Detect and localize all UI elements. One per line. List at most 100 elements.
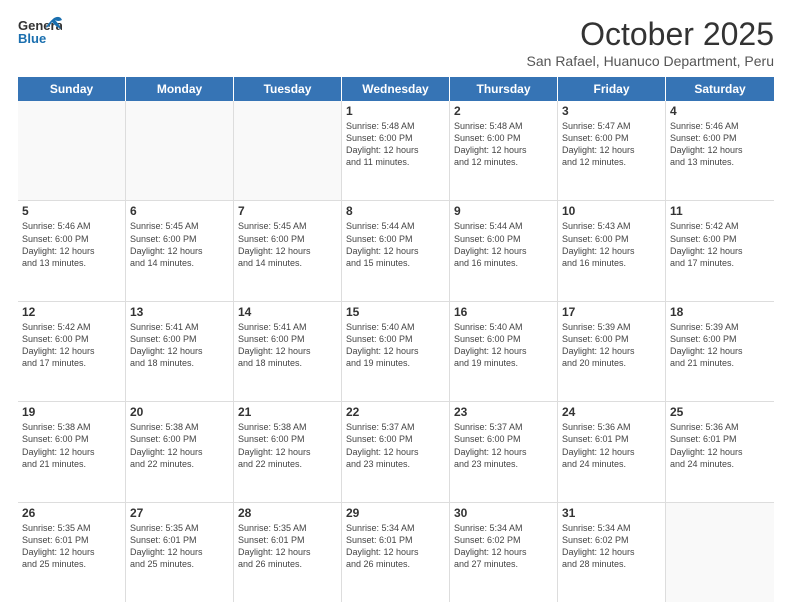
day-info: Sunset: 6:00 PM [346, 233, 445, 245]
day-info: Sunset: 6:00 PM [454, 433, 553, 445]
header-day-friday: Friday [558, 77, 666, 101]
page: General Blue October 2025 San Rafael, Hu… [0, 0, 792, 612]
calendar-cell: 16Sunrise: 5:40 AMSunset: 6:00 PMDayligh… [450, 302, 558, 401]
day-info: Daylight: 12 hours [346, 245, 445, 257]
calendar-cell: 19Sunrise: 5:38 AMSunset: 6:00 PMDayligh… [18, 402, 126, 501]
day-info: Daylight: 12 hours [130, 245, 229, 257]
day-info: Daylight: 12 hours [454, 144, 553, 156]
day-info: Sunrise: 5:48 AM [346, 120, 445, 132]
day-info: Daylight: 12 hours [670, 245, 770, 257]
day-info: Sunset: 6:00 PM [346, 132, 445, 144]
day-info: Daylight: 12 hours [238, 446, 337, 458]
calendar-week-4: 19Sunrise: 5:38 AMSunset: 6:00 PMDayligh… [18, 402, 774, 502]
day-info: Daylight: 12 hours [130, 546, 229, 558]
day-info: Sunrise: 5:38 AM [238, 421, 337, 433]
calendar-cell: 2Sunrise: 5:48 AMSunset: 6:00 PMDaylight… [450, 101, 558, 200]
day-number: 25 [670, 405, 770, 419]
day-info: Sunrise: 5:39 AM [670, 321, 770, 333]
day-info: and 24 minutes. [562, 458, 661, 470]
day-number: 23 [454, 405, 553, 419]
day-info: and 16 minutes. [562, 257, 661, 269]
day-info: Sunset: 6:02 PM [562, 534, 661, 546]
day-info: and 23 minutes. [346, 458, 445, 470]
svg-text:Blue: Blue [18, 31, 46, 46]
calendar-cell: 25Sunrise: 5:36 AMSunset: 6:01 PMDayligh… [666, 402, 774, 501]
day-info: Sunrise: 5:34 AM [346, 522, 445, 534]
day-info: Sunset: 6:01 PM [670, 433, 770, 445]
day-info: Sunset: 6:00 PM [454, 333, 553, 345]
day-number: 13 [130, 305, 229, 319]
day-info: Sunset: 6:00 PM [22, 233, 121, 245]
calendar-cell: 27Sunrise: 5:35 AMSunset: 6:01 PMDayligh… [126, 503, 234, 602]
day-info: Daylight: 12 hours [22, 546, 121, 558]
day-info: Daylight: 12 hours [238, 345, 337, 357]
header-day-sunday: Sunday [18, 77, 126, 101]
day-number: 9 [454, 204, 553, 218]
day-info: Sunrise: 5:35 AM [238, 522, 337, 534]
day-info: Daylight: 12 hours [454, 446, 553, 458]
day-info: Sunrise: 5:35 AM [130, 522, 229, 534]
calendar-cell [18, 101, 126, 200]
day-info: and 21 minutes. [22, 458, 121, 470]
day-info: Sunrise: 5:38 AM [130, 421, 229, 433]
day-info: and 22 minutes. [130, 458, 229, 470]
title-block: October 2025 San Rafael, Huanuco Departm… [527, 16, 774, 69]
day-info: and 26 minutes. [346, 558, 445, 570]
day-info: Sunset: 6:00 PM [670, 233, 770, 245]
day-number: 27 [130, 506, 229, 520]
calendar-cell [126, 101, 234, 200]
day-info: Daylight: 12 hours [562, 345, 661, 357]
day-info: and 22 minutes. [238, 458, 337, 470]
day-number: 1 [346, 104, 445, 118]
calendar-cell: 3Sunrise: 5:47 AMSunset: 6:00 PMDaylight… [558, 101, 666, 200]
day-number: 18 [670, 305, 770, 319]
logo-icon: General Blue [18, 16, 62, 56]
calendar-week-5: 26Sunrise: 5:35 AMSunset: 6:01 PMDayligh… [18, 503, 774, 602]
calendar-week-3: 12Sunrise: 5:42 AMSunset: 6:00 PMDayligh… [18, 302, 774, 402]
day-info: Sunset: 6:00 PM [346, 333, 445, 345]
day-info: and 12 minutes. [454, 156, 553, 168]
day-number: 22 [346, 405, 445, 419]
day-info: Daylight: 12 hours [130, 345, 229, 357]
day-info: Sunrise: 5:37 AM [346, 421, 445, 433]
day-info: Sunrise: 5:46 AM [670, 120, 770, 132]
day-info: Sunrise: 5:36 AM [562, 421, 661, 433]
day-number: 2 [454, 104, 553, 118]
calendar-cell: 11Sunrise: 5:42 AMSunset: 6:00 PMDayligh… [666, 201, 774, 300]
calendar-week-2: 5Sunrise: 5:46 AMSunset: 6:00 PMDaylight… [18, 201, 774, 301]
day-info: Sunset: 6:00 PM [670, 132, 770, 144]
day-number: 15 [346, 305, 445, 319]
day-info: Sunset: 6:00 PM [130, 233, 229, 245]
calendar-header: SundayMondayTuesdayWednesdayThursdayFrid… [18, 77, 774, 101]
day-info: Sunset: 6:01 PM [22, 534, 121, 546]
calendar-cell [666, 503, 774, 602]
calendar: SundayMondayTuesdayWednesdayThursdayFrid… [18, 77, 774, 602]
day-info: Sunset: 6:00 PM [238, 233, 337, 245]
day-info: and 13 minutes. [670, 156, 770, 168]
day-info: Sunrise: 5:45 AM [238, 220, 337, 232]
day-info: Daylight: 12 hours [562, 144, 661, 156]
day-info: Sunset: 6:00 PM [130, 433, 229, 445]
day-info: Sunset: 6:00 PM [130, 333, 229, 345]
day-number: 16 [454, 305, 553, 319]
calendar-cell: 30Sunrise: 5:34 AMSunset: 6:02 PMDayligh… [450, 503, 558, 602]
logo: General Blue [18, 16, 62, 56]
day-info: and 25 minutes. [22, 558, 121, 570]
calendar-cell: 9Sunrise: 5:44 AMSunset: 6:00 PMDaylight… [450, 201, 558, 300]
calendar-cell: 5Sunrise: 5:46 AMSunset: 6:00 PMDaylight… [18, 201, 126, 300]
day-info: and 21 minutes. [670, 357, 770, 369]
day-info: and 11 minutes. [346, 156, 445, 168]
header-day-monday: Monday [126, 77, 234, 101]
day-info: Daylight: 12 hours [346, 446, 445, 458]
calendar-cell: 29Sunrise: 5:34 AMSunset: 6:01 PMDayligh… [342, 503, 450, 602]
day-info: Sunrise: 5:47 AM [562, 120, 661, 132]
day-info: and 23 minutes. [454, 458, 553, 470]
calendar-cell: 12Sunrise: 5:42 AMSunset: 6:00 PMDayligh… [18, 302, 126, 401]
header-day-thursday: Thursday [450, 77, 558, 101]
day-info: Sunrise: 5:42 AM [670, 220, 770, 232]
day-info: Sunset: 6:01 PM [346, 534, 445, 546]
day-info: Sunset: 6:00 PM [238, 333, 337, 345]
day-info: Sunset: 6:00 PM [454, 132, 553, 144]
calendar-cell [234, 101, 342, 200]
day-info: Sunset: 6:00 PM [22, 433, 121, 445]
